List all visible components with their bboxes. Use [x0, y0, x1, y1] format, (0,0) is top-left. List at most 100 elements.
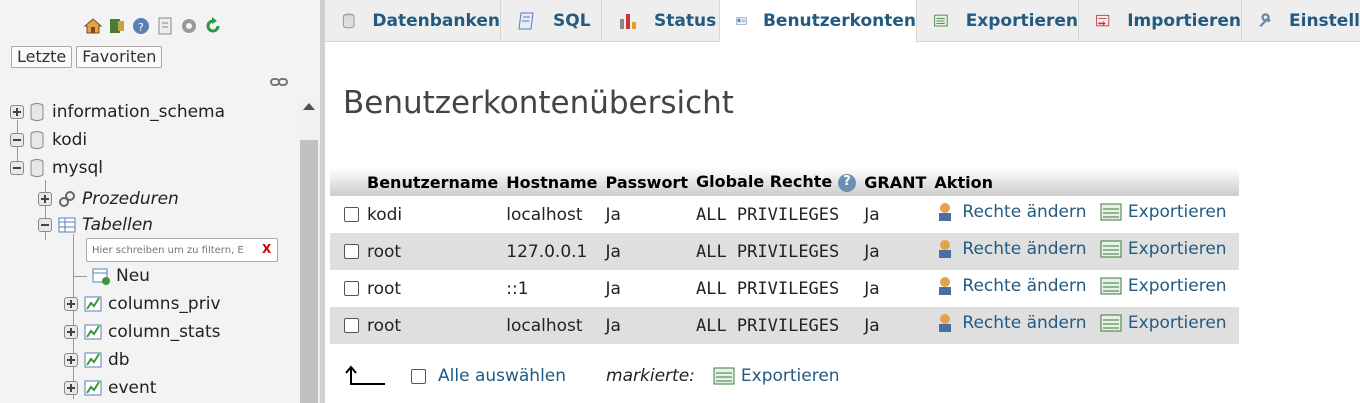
- query-window-icon[interactable]: ?: [131, 16, 151, 36]
- tree-db-label[interactable]: kodi: [52, 130, 87, 150]
- column-header-grant[interactable]: GRANT: [860, 168, 931, 196]
- expand-icon[interactable]: [38, 192, 52, 206]
- export-link[interactable]: Exportieren: [1100, 202, 1227, 222]
- tree-db-mysql[interactable]: mysql: [10, 156, 103, 180]
- tab-label: Einstell: [1289, 11, 1360, 31]
- edit-privileges-link[interactable]: Rechte ändern: [934, 313, 1087, 333]
- select-all-checkbox[interactable]: [411, 368, 426, 384]
- tree-db-label[interactable]: information_schema: [52, 102, 225, 122]
- expand-icon[interactable]: [64, 297, 78, 311]
- tree-table-event[interactable]: event: [64, 376, 156, 400]
- column-header-global-privileges[interactable]: Globale Rechte: [691, 168, 861, 196]
- tab-favorites[interactable]: Favoriten: [76, 46, 163, 68]
- tree-node-label[interactable]: Tabellen: [82, 215, 153, 235]
- tab-databases[interactable]: Datenbanken: [325, 0, 501, 42]
- edit-privileges-icon: [939, 277, 952, 295]
- column-header-username[interactable]: Benutzername: [363, 168, 503, 196]
- cell-grant: Ja: [860, 270, 931, 307]
- column-header-action: Aktion: [930, 168, 1239, 196]
- bulk-actions-bar: Alle auswählen markierte: Exportieren: [345, 361, 848, 391]
- top-menu: Datenbanken SQL Status Benutzerkonten Ex…: [325, 0, 1360, 43]
- expand-icon[interactable]: [64, 325, 78, 339]
- scroll-up-arrow-icon[interactable]: [303, 103, 315, 110]
- marked-label: markierte:: [606, 366, 695, 386]
- link-icon[interactable]: [270, 77, 288, 87]
- export-link[interactable]: Exportieren: [1100, 276, 1227, 296]
- export-selected-label: Exportieren: [740, 366, 840, 386]
- export-label: Exportieren: [1127, 313, 1227, 333]
- tree-node-label[interactable]: Prozeduren: [82, 189, 179, 209]
- table-filter-input[interactable]: [86, 238, 278, 262]
- edit-privileges-link[interactable]: Rechte ändern: [934, 239, 1087, 259]
- scroll-thumb[interactable]: [300, 140, 318, 403]
- cell-privileges: ALL PRIVILEGES: [691, 233, 861, 270]
- tab-export[interactable]: Exportieren: [917, 0, 1079, 42]
- edit-privileges-label: Rechte ändern: [962, 313, 1087, 333]
- collapse-icon[interactable]: [38, 218, 52, 232]
- help-icon[interactable]: [838, 173, 857, 192]
- tree-table-label[interactable]: event: [108, 378, 156, 398]
- tree-node-tables[interactable]: Tabellen: [38, 213, 153, 237]
- row-checkbox[interactable]: [344, 244, 359, 259]
- table-icon: [84, 296, 102, 312]
- cell-privileges: ALL PRIVILEGES: [691, 270, 861, 307]
- tree-table-label[interactable]: db: [108, 350, 130, 370]
- gear-icon[interactable]: [179, 16, 199, 36]
- cell-username: kodi: [363, 196, 503, 233]
- clear-filter-button[interactable]: X: [262, 242, 271, 256]
- tree-table-column-stats[interactable]: column_stats: [64, 320, 221, 344]
- export-icon: [1100, 203, 1122, 221]
- expand-icon[interactable]: [10, 105, 24, 119]
- column-header-label: Globale Rechte: [695, 172, 833, 192]
- column-header-hostname[interactable]: Hostname: [502, 168, 602, 196]
- cell-grant: Ja: [860, 196, 931, 233]
- expand-icon[interactable]: [64, 353, 78, 367]
- tab-label: SQL: [553, 11, 591, 31]
- tab-user-accounts[interactable]: Benutzerkonten: [720, 0, 917, 43]
- reload-icon[interactable]: [203, 16, 223, 36]
- tree-table-label[interactable]: Neu: [116, 266, 150, 286]
- edit-privileges-link[interactable]: Rechte ändern: [934, 202, 1087, 222]
- tree-table-label[interactable]: column_stats: [108, 322, 221, 342]
- row-checkbox[interactable]: [344, 318, 359, 333]
- tree-table-label[interactable]: columns_priv: [108, 294, 221, 314]
- tab-recent[interactable]: Letzte: [11, 46, 73, 68]
- tree-node-procedures[interactable]: Prozeduren: [38, 187, 179, 211]
- logout-icon[interactable]: [107, 16, 127, 36]
- home-icon[interactable]: [83, 16, 103, 36]
- tree-table-columns-priv[interactable]: columns_priv: [64, 292, 221, 316]
- row-checkbox[interactable]: [344, 281, 359, 296]
- tree-db-label[interactable]: mysql: [52, 158, 103, 178]
- cell-hostname: 127.0.0.1: [502, 233, 602, 270]
- tab-status[interactable]: Status: [602, 0, 720, 42]
- cell-hostname: localhost: [502, 196, 602, 233]
- collapse-icon[interactable]: [10, 161, 24, 175]
- export-icon: [713, 367, 735, 385]
- edit-privileges-icon: [939, 240, 952, 258]
- tab-import[interactable]: Importieren: [1079, 0, 1242, 42]
- cell-hostname: localhost: [502, 307, 602, 344]
- cell-username: root: [363, 270, 503, 307]
- tree-db-kodi[interactable]: kodi: [10, 128, 87, 152]
- database-icon: [30, 103, 44, 121]
- row-checkbox[interactable]: [344, 207, 359, 222]
- export-selected-button[interactable]: Exportieren: [713, 366, 840, 386]
- collapse-icon[interactable]: [10, 133, 24, 147]
- edit-privileges-link[interactable]: Rechte ändern: [934, 276, 1087, 296]
- export-link[interactable]: Exportieren: [1100, 313, 1227, 333]
- documentation-icon[interactable]: [155, 16, 175, 36]
- expand-icon[interactable]: [64, 381, 78, 395]
- export-link[interactable]: Exportieren: [1100, 239, 1227, 259]
- tab-settings[interactable]: Einstell: [1242, 0, 1360, 42]
- tab-sql[interactable]: SQL: [501, 0, 602, 42]
- cell-username: root: [363, 233, 503, 270]
- column-header-password[interactable]: Passwort: [601, 168, 692, 196]
- tab-label: Benutzerkonten: [762, 11, 916, 31]
- nav-scrollbar[interactable]: [298, 98, 320, 403]
- tree-db-information-schema[interactable]: information_schema: [10, 100, 225, 124]
- tree-table-new[interactable]: Neu: [90, 264, 150, 288]
- select-all-label[interactable]: Alle auswählen: [438, 366, 566, 386]
- cell-grant: Ja: [860, 307, 931, 344]
- tree-table-db[interactable]: db: [64, 348, 130, 372]
- status-chart-icon: [620, 14, 636, 29]
